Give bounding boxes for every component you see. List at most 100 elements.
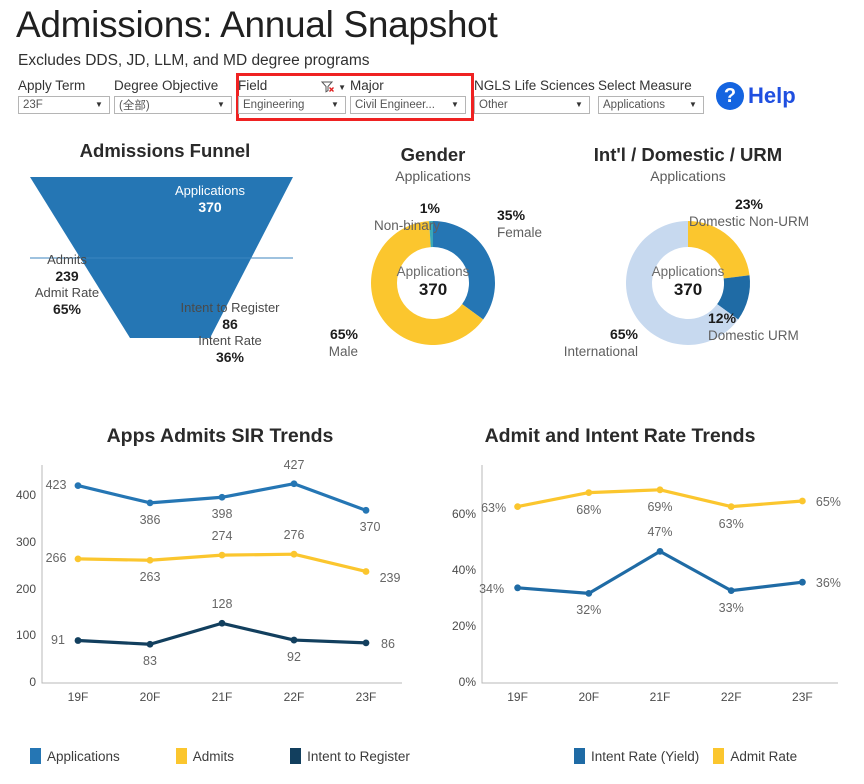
clear-filter-icon[interactable]: ▼ [321, 81, 346, 93]
x-axis-tick: 20F [578, 690, 600, 704]
x-axis-tick: 23F [355, 690, 377, 704]
series-point[interactable] [799, 497, 806, 505]
chart-axes [481, 465, 838, 684]
x-axis-tick: 21F [211, 690, 233, 704]
y-axis-tick: 400 [15, 488, 36, 503]
legend-label: Admits [192, 748, 235, 764]
x-axis-tick: 19F [507, 690, 528, 704]
chevron-down-icon[interactable]: ▼ [685, 101, 703, 109]
legend-right: Intent Rate (Yield) Admit Rate [574, 748, 797, 764]
data-point-label: 32% [576, 603, 602, 618]
series-point[interactable] [727, 503, 735, 510]
chevron-down-icon[interactable]: ▼ [571, 101, 589, 109]
gender-slice-male: 65% Male [328, 326, 358, 359]
page-subtitle: Excludes DDS, JD, LLM, and MD degree pro… [18, 52, 370, 69]
apps-admits-sir-trends-chart: 0 100 200 300 400 19F 20F 21F 22F 23F 423 386 398 427… [0, 455, 430, 725]
series-point[interactable] [514, 503, 521, 510]
series-point[interactable] [218, 619, 226, 627]
series-line[interactable] [515, 549, 804, 595]
help-link[interactable]: ? Help [716, 82, 796, 110]
legend-item[interactable]: Intent to Register [290, 748, 410, 764]
series-point[interactable] [514, 584, 521, 592]
series-point[interactable] [362, 568, 370, 575]
series-point[interactable] [290, 636, 298, 644]
filter-value: Engineering [243, 99, 305, 111]
data-point-label: 69% [647, 499, 673, 514]
gender-chart-subtitle: Applications [395, 168, 471, 184]
data-point-label: 276 [283, 528, 305, 543]
y-axis-tick: 0 [29, 675, 36, 689]
legend-item[interactable]: Applications [30, 748, 120, 764]
series-point[interactable] [146, 499, 154, 507]
x-axis-tick: 19F [67, 690, 89, 704]
filter-dropdown[interactable]: Engineering ▼ [238, 96, 346, 114]
y-axis-tick: 0% [458, 675, 476, 689]
filter-dropdown[interactable]: Other ▼ [474, 96, 590, 114]
series-point[interactable] [799, 578, 806, 586]
data-point-label: 68% [576, 502, 602, 517]
gender-slice-non-binary: 1% Non-binary [373, 200, 440, 233]
legend-swatch [290, 748, 302, 764]
admit-intent-rate-trends-title: Admit and Intent Rate Trends [484, 425, 756, 447]
chevron-down-icon[interactable]: ▼ [327, 101, 345, 109]
filter-dropdown[interactable]: Civil Engineer... ▼ [350, 96, 466, 114]
filter-label: Major [350, 78, 384, 93]
y-axis-tick: 200 [15, 581, 36, 596]
data-point-label: 91 [51, 632, 65, 647]
question-mark-icon: ? [716, 82, 744, 110]
urm-chart-subtitle: Applications [650, 168, 726, 184]
data-point-label: 386 [139, 512, 161, 527]
chevron-down-icon[interactable]: ▼ [338, 83, 346, 92]
legend-left: Applications Admits Intent to Register [30, 748, 410, 764]
legend-swatch [713, 748, 725, 764]
chevron-down-icon[interactable]: ▼ [213, 101, 231, 109]
filter-label: Apply Term [18, 78, 86, 93]
line-chart-plot [41, 465, 402, 684]
filter-value: (全部) [119, 100, 150, 112]
series-point[interactable] [585, 590, 593, 597]
x-axis-tick: 21F [649, 690, 671, 704]
series-point[interactable] [146, 556, 154, 564]
filter-field: Field ▼ Engineering ▼ [238, 78, 346, 114]
gender-chart-title: Gender [400, 144, 466, 165]
urm-slice-international: 65% International [563, 326, 638, 359]
data-point-label: 266 [45, 550, 67, 565]
legend-label: Applications [47, 748, 120, 764]
filter-dropdown[interactable]: (全部) ▼ [114, 96, 232, 114]
data-point-label: 63% [718, 516, 744, 531]
filter-apply-term: Apply Term 23F ▼ [18, 78, 110, 114]
legend-item[interactable]: Intent Rate (Yield) [574, 748, 699, 764]
filter-degree-objective: Degree Objective (全部) ▼ [114, 78, 232, 114]
series-point[interactable] [362, 506, 370, 514]
chevron-down-icon[interactable]: ▼ [447, 101, 465, 109]
series-point[interactable] [218, 493, 226, 501]
series-point[interactable] [146, 640, 154, 648]
y-axis-tick: 60% [451, 507, 476, 521]
urm-slice-domestic-non-urm: 23% Domestic Non-URM [688, 196, 810, 229]
series-point[interactable] [656, 486, 664, 494]
chevron-down-icon[interactable]: ▼ [91, 101, 109, 109]
data-point-label: 92 [287, 650, 301, 665]
series-point[interactable] [290, 480, 298, 488]
legend-item[interactable]: Admit Rate [713, 748, 797, 764]
data-point-label: 33% [718, 600, 744, 615]
data-point-label: 263 [139, 570, 161, 585]
filter-label: NGLS Life Sciences [474, 78, 595, 93]
series-point[interactable] [656, 548, 664, 555]
series-point[interactable] [727, 587, 735, 594]
filter-value: Applications [603, 99, 666, 111]
filter-dropdown[interactable]: 23F ▼ [18, 96, 110, 114]
legend-label: Admit Rate [730, 748, 798, 764]
filter-major: Major Civil Engineer... ▼ [350, 78, 466, 114]
series-point[interactable] [290, 550, 298, 558]
x-axis-tick: 22F [283, 690, 305, 704]
filter-select-measure: Select Measure Applications ▼ [598, 78, 704, 114]
x-axis-tick: 23F [792, 690, 813, 704]
gender-slice-female: 35% Female [497, 207, 543, 240]
filter-dropdown[interactable]: Applications ▼ [598, 96, 704, 114]
series-point[interactable] [218, 551, 226, 559]
data-point-label: 65% [815, 495, 841, 509]
series-point[interactable] [585, 489, 593, 496]
funnel-stage-admits: Admits 239 Admit Rate 65% [34, 252, 100, 317]
legend-item[interactable]: Admits [175, 748, 235, 764]
